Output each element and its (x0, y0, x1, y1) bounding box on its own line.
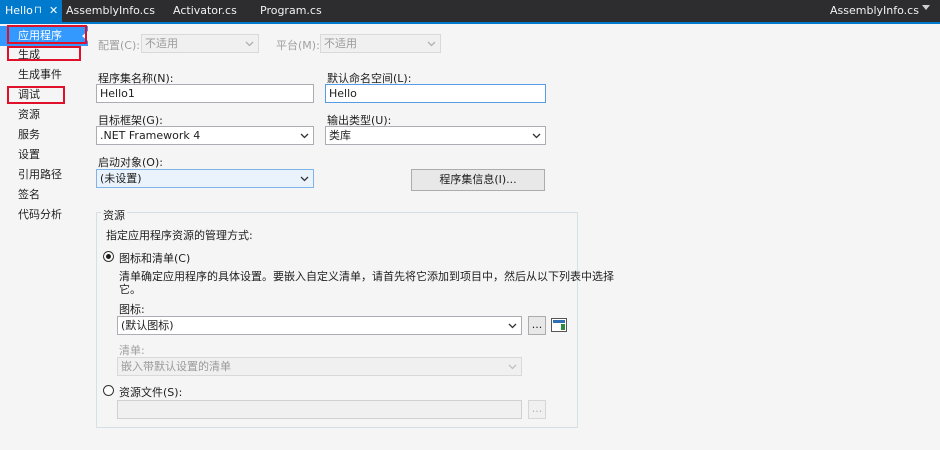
browse-label: ... (531, 318, 543, 331)
sidebar-item-label: 设置 (18, 148, 40, 161)
target-framework-dropdown[interactable]: .NET Framework 4 (96, 126, 314, 145)
default-namespace-input[interactable]: Hello (325, 84, 546, 103)
icon-manifest-description-line1: 清单确定应用程序的具体设置。要嵌入自定义清单，请首先将它添加到项目中，然后从以下… (119, 270, 614, 283)
tab-overflow-chevron-icon[interactable] (922, 5, 930, 10)
output-type-value: 类库 (329, 129, 351, 142)
application-properties-page: 配置(C): 不适用 平台(M): 不适用 程序集名称(N): Hello1 默… (88, 24, 940, 450)
config-dropdown[interactable]: 不适用 (141, 34, 259, 53)
startup-object-dropdown[interactable]: (未设置) (96, 169, 314, 188)
sidebar-item-build[interactable]: 生成 (0, 45, 88, 65)
manifest-label: 清单: (119, 344, 145, 357)
sidebar-item-label: 调试 (18, 88, 40, 101)
icon-preview-icon (551, 318, 567, 332)
platform-value: 不适用 (324, 37, 357, 50)
assembly-name-input[interactable]: Hello1 (96, 84, 314, 103)
chevron-down-icon (245, 41, 254, 47)
icon-dropdown[interactable]: (默认图标) (117, 316, 522, 335)
sidebar-item-label: 服务 (18, 128, 40, 141)
sidebar-item-label: 代码分析 (18, 208, 62, 221)
tab-activator[interactable]: Activator.cs (173, 0, 237, 22)
resources-instruction: 指定应用程序资源的管理方式: (106, 229, 253, 242)
icon-value: (默认图标) (121, 319, 174, 332)
sidebar-item-code-analysis[interactable]: 代码分析 (0, 205, 88, 225)
tab-assemblyinfo-right[interactable]: AssemblyInfo.cs (830, 0, 919, 22)
tab-label: AssemblyInfo.cs (66, 4, 155, 17)
tab-label: Activator.cs (173, 4, 237, 17)
icon-manifest-radio[interactable] (103, 251, 114, 262)
resource-file-browse-button[interactable]: ... (528, 400, 546, 419)
tab-label: Hello (5, 4, 33, 17)
output-type-dropdown[interactable]: 类库 (325, 126, 546, 145)
icon-label: 图标: (119, 303, 145, 316)
chevron-down-icon (532, 133, 541, 139)
sidebar-item-label: 引用路径 (18, 168, 62, 181)
sidebar-item-signing[interactable]: 签名 (0, 185, 88, 205)
document-tab-bar: Hello ⊓ ✕ AssemblyInfo.cs Activator.cs P… (0, 0, 940, 22)
target-framework-value: .NET Framework 4 (100, 129, 201, 142)
tab-label: AssemblyInfo.cs (830, 4, 919, 17)
sidebar-item-label: 应用程序 (18, 29, 62, 42)
config-label: 配置(C): (98, 39, 140, 52)
sidebar-item-label: 生成事件 (18, 68, 62, 81)
tab-program[interactable]: Program.cs (260, 0, 322, 22)
sidebar-item-settings[interactable]: 设置 (0, 145, 88, 165)
manifest-dropdown[interactable]: 嵌入带默认设置的清单 (117, 357, 522, 376)
manifest-value: 嵌入带默认设置的清单 (121, 360, 231, 373)
config-value: 不适用 (145, 37, 178, 50)
browse-label: ... (531, 402, 543, 415)
sidebar-item-label: 生成 (18, 48, 40, 61)
chevron-down-icon (427, 41, 436, 47)
tab-hello[interactable]: Hello ⊓ ✕ (0, 0, 62, 22)
assembly-information-button-label: 程序集信息(I)... (439, 173, 517, 186)
close-icon[interactable]: ✕ (49, 0, 58, 22)
resource-file-radio[interactable] (103, 385, 114, 396)
sidebar-item-debug[interactable]: 调试 (0, 85, 88, 105)
sidebar-item-reference-paths[interactable]: 引用路径 (0, 165, 88, 185)
icon-manifest-description-line2: 它。 (119, 283, 141, 296)
resources-group-label: 资源 (101, 207, 127, 223)
icon-browse-button[interactable]: ... (528, 316, 546, 335)
default-namespace-value: Hello (329, 87, 357, 100)
platform-label: 平台(M): (276, 39, 320, 52)
pin-icon[interactable]: ⊓ (34, 0, 42, 22)
assembly-information-button[interactable]: 程序集信息(I)... (411, 169, 545, 191)
startup-object-label: 启动对象(O): (98, 156, 163, 169)
project-properties-nav: 应用程序 生成 生成事件 调试 资源 服务 设置 引用路径 签名 代码分析 (0, 24, 88, 450)
tab-assemblyinfo[interactable]: AssemblyInfo.cs (66, 0, 155, 22)
sidebar-item-services[interactable]: 服务 (0, 125, 88, 145)
assembly-name-value: Hello1 (100, 87, 135, 100)
resource-file-radio-label[interactable]: 资源文件(S): (119, 384, 182, 400)
platform-dropdown[interactable]: 不适用 (320, 34, 441, 53)
chevron-down-icon (300, 176, 309, 182)
icon-manifest-radio-label[interactable]: 图标和清单(C) (119, 250, 190, 266)
sidebar-item-application[interactable]: 应用程序 (0, 26, 88, 46)
tab-label: Program.cs (260, 4, 322, 17)
sidebar-item-label: 签名 (18, 188, 40, 201)
sidebar-item-build-events[interactable]: 生成事件 (0, 65, 88, 85)
chevron-down-icon (300, 133, 309, 139)
sidebar-item-label: 资源 (18, 108, 40, 121)
resource-file-input[interactable] (117, 400, 522, 419)
startup-object-value: (未设置) (100, 172, 142, 185)
sidebar-item-resources[interactable]: 资源 (0, 105, 88, 125)
chevron-down-icon (508, 323, 517, 329)
chevron-down-icon (508, 364, 517, 370)
